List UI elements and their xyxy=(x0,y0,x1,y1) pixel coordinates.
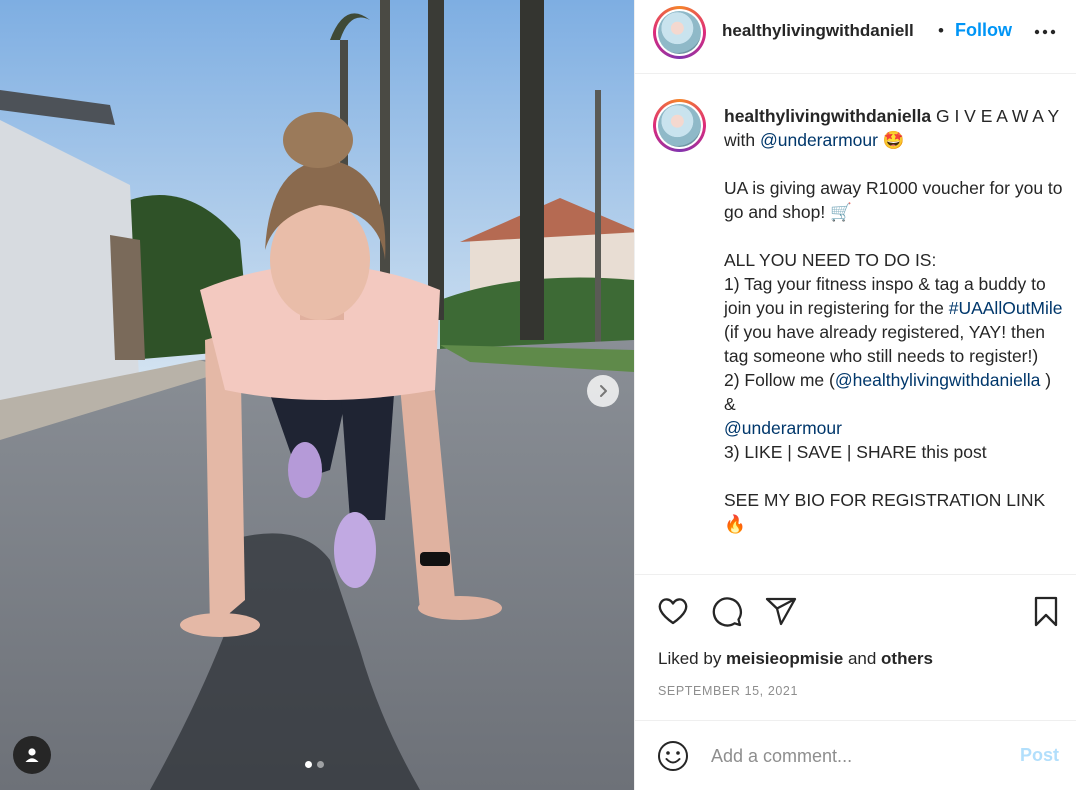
carousel-dot-2 xyxy=(317,761,324,768)
mention-self[interactable]: @healthylivingwithdaniella xyxy=(835,370,1041,390)
caption-username[interactable]: healthylivingwithdaniella xyxy=(724,106,931,126)
hashtag-link[interactable]: #UAAllOutMile xyxy=(949,298,1063,318)
likes-summary[interactable]: Liked by meisieopmisie and others xyxy=(658,649,933,669)
post-photo xyxy=(0,0,634,790)
post-image[interactable] xyxy=(0,0,634,790)
user-icon xyxy=(25,748,39,762)
caption-para3d: 3) LIKE | SAVE | SHARE this post xyxy=(724,442,987,462)
header-separator: • xyxy=(938,21,944,40)
share-icon[interactable] xyxy=(764,594,798,628)
bookmark-icon[interactable] xyxy=(1029,594,1063,628)
caption-text: healthylivingwithdaniella G I V E A W A … xyxy=(724,104,1064,536)
likes-user[interactable]: meisieopmisie xyxy=(726,649,843,668)
mention-underarmour-2[interactable]: @underarmour xyxy=(724,418,842,438)
more-horizontal-icon[interactable] xyxy=(1033,22,1057,42)
caption-emoji: 🤩 xyxy=(877,130,905,150)
caption-para4: SEE MY BIO FOR REGISTRATION LINK 🔥 xyxy=(724,490,1051,534)
comment-input[interactable] xyxy=(711,743,1001,769)
author-avatar[interactable] xyxy=(653,6,706,59)
follow-button[interactable]: Follow xyxy=(955,20,1012,41)
mention-underarmour[interactable]: @underarmour xyxy=(760,130,878,150)
carousel-indicator xyxy=(305,761,324,768)
author-username[interactable]: healthylivingwithdaniell xyxy=(722,21,914,41)
carousel-dot-1 xyxy=(305,761,312,768)
post-comment-button[interactable]: Post xyxy=(1020,745,1059,766)
heart-icon[interactable] xyxy=(656,594,690,628)
post-side-panel: healthylivingwithdaniell • Follow health… xyxy=(634,0,1076,790)
comment-icon[interactable] xyxy=(710,594,744,628)
likes-middle: and xyxy=(843,649,882,668)
caption-para2: UA is giving away R1000 voucher for you … xyxy=(724,178,1068,222)
tagged-users-button[interactable] xyxy=(13,736,51,774)
comment-bar: Post xyxy=(635,720,1076,790)
chevron-right-icon xyxy=(600,385,607,397)
next-image-button[interactable] xyxy=(587,375,619,407)
emoji-icon[interactable] xyxy=(657,740,689,772)
caption-section: healthylivingwithdaniella G I V E A W A … xyxy=(635,75,1076,575)
likes-prefix: Liked by xyxy=(658,649,727,668)
likes-others[interactable]: others xyxy=(881,649,933,668)
post-header: healthylivingwithdaniell • Follow xyxy=(635,0,1076,74)
caption-avatar[interactable] xyxy=(653,99,706,152)
post-actions xyxy=(635,576,1076,646)
post-date[interactable]: SEPTEMBER 15, 2021 xyxy=(658,684,798,698)
